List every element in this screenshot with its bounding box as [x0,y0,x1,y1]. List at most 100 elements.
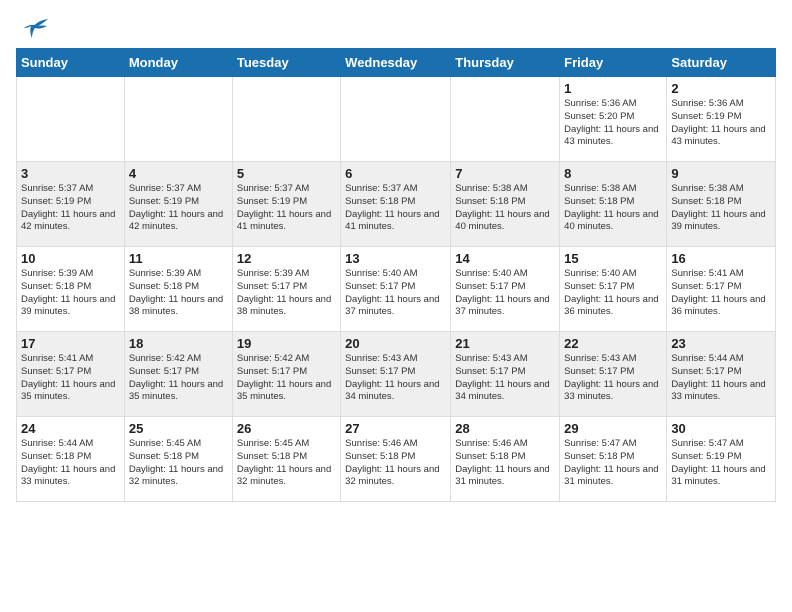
calendar-wrapper: SundayMondayTuesdayWednesdayThursdayFrid… [0,48,792,510]
day-info: Sunrise: 5:44 AMSunset: 5:17 PMDaylight:… [671,353,771,404]
weekday-header-tuesday: Tuesday [232,49,340,77]
day-info: Sunrise: 5:47 AMSunset: 5:18 PMDaylight:… [564,438,662,489]
calendar-day-cell: 28 Sunrise: 5:46 AMSunset: 5:18 PMDayligh… [451,417,560,502]
day-number: 5 [237,166,336,181]
weekday-header-row: SundayMondayTuesdayWednesdayThursdayFrid… [17,49,776,77]
calendar-empty-cell [124,77,232,162]
day-info: Sunrise: 5:36 AMSunset: 5:19 PMDaylight:… [671,98,771,149]
day-number: 24 [21,421,120,436]
day-info: Sunrise: 5:47 AMSunset: 5:19 PMDaylight:… [671,438,771,489]
day-number: 23 [671,336,771,351]
day-info: Sunrise: 5:37 AMSunset: 5:19 PMDaylight:… [129,183,228,234]
day-number: 12 [237,251,336,266]
calendar-day-cell: 30 Sunrise: 5:47 AMSunset: 5:19 PMDayligh… [667,417,776,502]
calendar-day-cell: 19 Sunrise: 5:42 AMSunset: 5:17 PMDayligh… [232,332,340,417]
calendar-day-cell: 21Sunrise: 5:43 AMSunset: 5:17 PMDayligh… [451,332,560,417]
calendar-week-row: 1 Sunrise: 5:36 AMSunset: 5:20 PMDaylight… [17,77,776,162]
day-info: Sunrise: 5:39 AMSunset: 5:17 PMDaylight:… [237,268,336,319]
weekday-header-friday: Friday [560,49,667,77]
day-number: 8 [564,166,662,181]
weekday-header-saturday: Saturday [667,49,776,77]
calendar-day-cell: 7 Sunrise: 5:38 AMSunset: 5:18 PMDaylight… [451,162,560,247]
day-info: Sunrise: 5:40 AMSunset: 5:17 PMDaylight:… [564,268,662,319]
day-info: Sunrise: 5:36 AMSunset: 5:20 PMDaylight:… [564,98,662,149]
weekday-header-sunday: Sunday [17,49,125,77]
calendar-week-row: 10 Sunrise: 5:39 AMSunset: 5:18 PMDayligh… [17,247,776,332]
calendar-day-cell: 13Sunrise: 5:40 AMSunset: 5:17 PMDayligh… [341,247,451,332]
calendar-day-cell: 20 Sunrise: 5:43 AMSunset: 5:17 PMDayligh… [341,332,451,417]
day-number: 1 [564,81,662,96]
day-number: 15 [564,251,662,266]
day-number: 19 [237,336,336,351]
day-number: 27 [345,421,446,436]
calendar-day-cell: 9Sunrise: 5:38 AMSunset: 5:18 PMDaylight… [667,162,776,247]
calendar-day-cell: 18Sunrise: 5:42 AMSunset: 5:17 PMDayligh… [124,332,232,417]
day-number: 4 [129,166,228,181]
calendar-empty-cell [17,77,125,162]
calendar-day-cell: 6Sunrise: 5:37 AMSunset: 5:18 PMDaylight… [341,162,451,247]
day-info: Sunrise: 5:38 AMSunset: 5:18 PMDaylight:… [564,183,662,234]
weekday-header-monday: Monday [124,49,232,77]
calendar-day-cell: 14Sunrise: 5:40 AMSunset: 5:17 PMDayligh… [451,247,560,332]
day-info: Sunrise: 5:39 AMSunset: 5:18 PMDaylight:… [129,268,228,319]
calendar-day-cell: 26 Sunrise: 5:45 AMSunset: 5:18 PMDayligh… [232,417,340,502]
day-number: 3 [21,166,120,181]
day-info: Sunrise: 5:37 AMSunset: 5:18 PMDaylight:… [345,183,446,234]
calendar-empty-cell [232,77,340,162]
day-info: Sunrise: 5:43 AMSunset: 5:17 PMDaylight:… [345,353,446,404]
day-number: 20 [345,336,446,351]
calendar-day-cell: 25Sunrise: 5:45 AMSunset: 5:18 PMDayligh… [124,417,232,502]
day-info: Sunrise: 5:37 AMSunset: 5:19 PMDaylight:… [237,183,336,234]
calendar-day-cell: 8 Sunrise: 5:38 AMSunset: 5:18 PMDaylight… [560,162,667,247]
day-number: 7 [455,166,555,181]
calendar-day-cell: 15 Sunrise: 5:40 AMSunset: 5:17 PMDayligh… [560,247,667,332]
calendar-day-cell: 1 Sunrise: 5:36 AMSunset: 5:20 PMDaylight… [560,77,667,162]
calendar-week-row: 24 Sunrise: 5:44 AMSunset: 5:18 PMDayligh… [17,417,776,502]
calendar-day-cell: 3 Sunrise: 5:37 AMSunset: 5:19 PMDaylight… [17,162,125,247]
calendar-day-cell: 5 Sunrise: 5:37 AMSunset: 5:19 PMDaylight… [232,162,340,247]
calendar-table: SundayMondayTuesdayWednesdayThursdayFrid… [16,48,776,502]
day-number: 21 [455,336,555,351]
day-number: 22 [564,336,662,351]
day-info: Sunrise: 5:41 AMSunset: 5:17 PMDaylight:… [671,268,771,319]
day-info: Sunrise: 5:42 AMSunset: 5:17 PMDaylight:… [237,353,336,404]
calendar-day-cell: 24 Sunrise: 5:44 AMSunset: 5:18 PMDayligh… [17,417,125,502]
day-number: 17 [21,336,120,351]
calendar-day-cell: 16 Sunrise: 5:41 AMSunset: 5:17 PMDayligh… [667,247,776,332]
day-info: Sunrise: 5:46 AMSunset: 5:18 PMDaylight:… [345,438,446,489]
day-info: Sunrise: 5:40 AMSunset: 5:17 PMDaylight:… [345,268,446,319]
calendar-empty-cell [341,77,451,162]
day-number: 25 [129,421,228,436]
day-number: 9 [671,166,771,181]
day-info: Sunrise: 5:38 AMSunset: 5:18 PMDaylight:… [455,183,555,234]
day-info: Sunrise: 5:44 AMSunset: 5:18 PMDaylight:… [21,438,120,489]
calendar-day-cell: 11 Sunrise: 5:39 AMSunset: 5:18 PMDayligh… [124,247,232,332]
calendar-day-cell: 23 Sunrise: 5:44 AMSunset: 5:17 PMDayligh… [667,332,776,417]
day-info: Sunrise: 5:45 AMSunset: 5:18 PMDaylight:… [237,438,336,489]
day-number: 26 [237,421,336,436]
calendar-week-row: 17 Sunrise: 5:41 AMSunset: 5:17 PMDayligh… [17,332,776,417]
day-number: 10 [21,251,120,266]
day-info: Sunrise: 5:39 AMSunset: 5:18 PMDaylight:… [21,268,120,319]
day-info: Sunrise: 5:46 AMSunset: 5:18 PMDaylight:… [455,438,555,489]
weekday-header-wednesday: Wednesday [341,49,451,77]
day-info: Sunrise: 5:41 AMSunset: 5:17 PMDaylight:… [21,353,120,404]
day-number: 30 [671,421,771,436]
calendar-week-row: 3 Sunrise: 5:37 AMSunset: 5:19 PMDaylight… [17,162,776,247]
weekday-header-thursday: Thursday [451,49,560,77]
day-number: 29 [564,421,662,436]
day-info: Sunrise: 5:40 AMSunset: 5:17 PMDaylight:… [455,268,555,319]
logo [20,16,50,40]
calendar-day-cell: 17 Sunrise: 5:41 AMSunset: 5:17 PMDayligh… [17,332,125,417]
calendar-day-cell: 22Sunrise: 5:43 AMSunset: 5:17 PMDayligh… [560,332,667,417]
day-number: 11 [129,251,228,266]
day-number: 28 [455,421,555,436]
calendar-day-cell: 12 Sunrise: 5:39 AMSunset: 5:17 PMDayligh… [232,247,340,332]
calendar-day-cell: 29 Sunrise: 5:47 AMSunset: 5:18 PMDayligh… [560,417,667,502]
day-number: 2 [671,81,771,96]
calendar-day-cell: 27 Sunrise: 5:46 AMSunset: 5:18 PMDayligh… [341,417,451,502]
calendar-day-cell: 2 Sunrise: 5:36 AMSunset: 5:19 PMDaylight… [667,77,776,162]
day-info: Sunrise: 5:42 AMSunset: 5:17 PMDaylight:… [129,353,228,404]
day-info: Sunrise: 5:37 AMSunset: 5:19 PMDaylight:… [21,183,120,234]
day-number: 16 [671,251,771,266]
